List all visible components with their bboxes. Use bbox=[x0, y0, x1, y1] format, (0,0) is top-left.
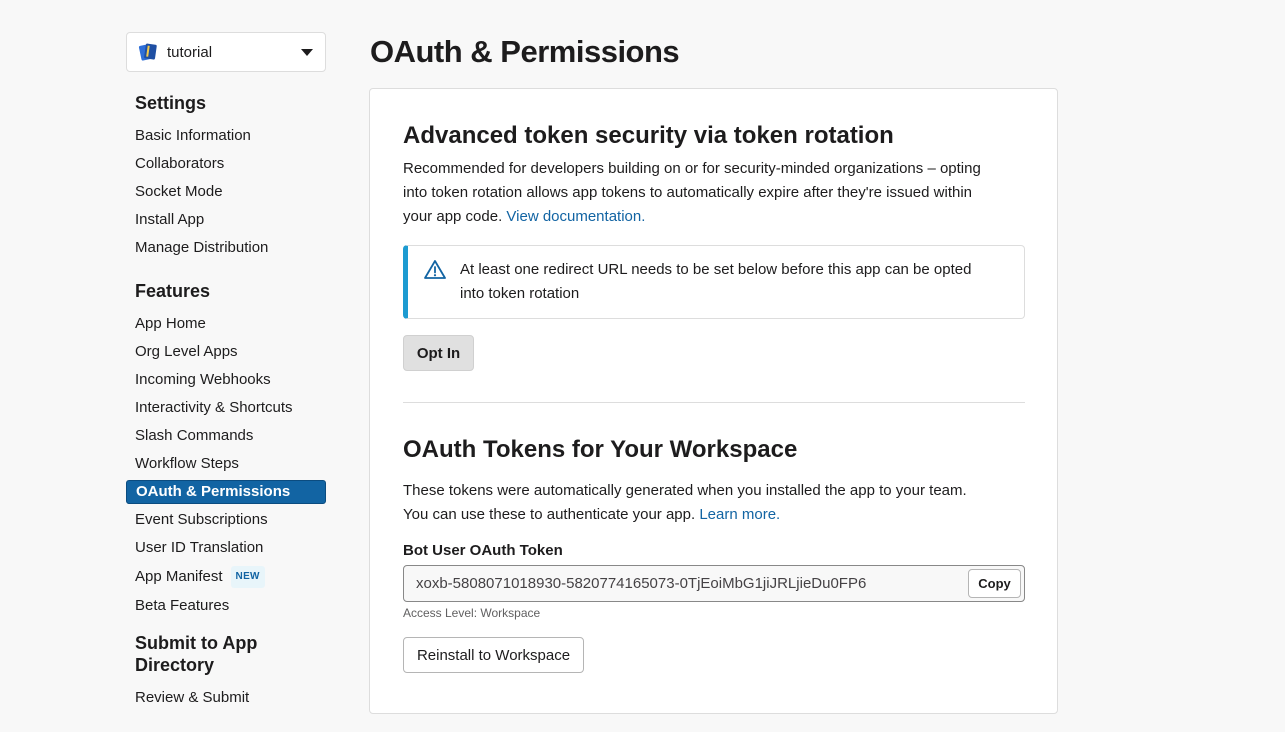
sidebar-item-app-manifest[interactable]: App Manifest NEW bbox=[126, 564, 326, 590]
oauth-card: Advanced token security via token rotati… bbox=[369, 88, 1058, 714]
submit-heading-line1: Submit to App bbox=[135, 633, 258, 653]
sidebar-item-app-home[interactable]: App Home bbox=[126, 312, 326, 336]
sidebar-item-event-subscriptions[interactable]: Event Subscriptions bbox=[126, 508, 326, 532]
bot-token-field[interactable]: xoxb-5808071018930-5820774165073-0TjEoiM… bbox=[403, 565, 1025, 602]
sidebar-item-slash-commands[interactable]: Slash Commands bbox=[126, 424, 326, 448]
copy-button[interactable]: Copy bbox=[968, 569, 1021, 598]
submit-heading: Submit to App Directory bbox=[135, 632, 326, 676]
page-title: OAuth & Permissions bbox=[370, 34, 680, 69]
app-selector[interactable]: tutorial bbox=[126, 32, 326, 72]
oauth-tokens-heading: OAuth Tokens for Your Workspace bbox=[403, 436, 798, 463]
chevron-down-icon bbox=[301, 48, 313, 56]
sidebar-item-interactivity-shortcuts[interactable]: Interactivity & Shortcuts bbox=[126, 396, 326, 420]
alert-line: into token rotation bbox=[460, 285, 580, 302]
description-line: your app code. View documentation. bbox=[403, 205, 1025, 229]
sidebar-item-incoming-webhooks[interactable]: Incoming Webhooks bbox=[126, 368, 326, 392]
learn-more-link[interactable]: Learn more. bbox=[699, 506, 780, 523]
description-line: You can use these to authenticate your a… bbox=[403, 503, 1025, 527]
sidebar-item-oauth-permissions[interactable]: OAuth & Permissions bbox=[126, 480, 326, 504]
bot-token-label: Bot User OAuth Token bbox=[403, 542, 563, 559]
sidebar-item-user-id-translation[interactable]: User ID Translation bbox=[126, 536, 326, 560]
reinstall-button[interactable]: Reinstall to Workspace bbox=[403, 637, 584, 673]
sidebar-item-basic-information[interactable]: Basic Information bbox=[126, 124, 326, 148]
settings-heading: Settings bbox=[135, 93, 207, 113]
access-level-text: Access Level: Workspace bbox=[403, 606, 541, 620]
section-divider bbox=[403, 402, 1025, 403]
token-rotation-heading: Advanced token security via token rotati… bbox=[403, 122, 894, 149]
token-rotation-section: Advanced token security via token rotati… bbox=[403, 121, 1025, 403]
app-name: tutorial bbox=[167, 43, 213, 61]
description-text: your app code. bbox=[403, 208, 507, 225]
sidebar-item-review-submit[interactable]: Review & Submit bbox=[126, 686, 326, 710]
sidebar-item-collaborators[interactable]: Collaborators bbox=[126, 152, 326, 176]
sidebar: tutorial Settings Basic Information Coll… bbox=[126, 32, 326, 714]
submit-heading-line2: Directory bbox=[135, 655, 215, 675]
app-book-icon bbox=[138, 43, 157, 61]
sidebar-item-label: App Manifest bbox=[135, 568, 223, 585]
description-text: You can use these to authenticate your a… bbox=[403, 506, 700, 523]
sidebar-item-manage-distribution[interactable]: Manage Distribution bbox=[126, 236, 326, 260]
warning-icon bbox=[424, 260, 446, 279]
sidebar-item-socket-mode[interactable]: Socket Mode bbox=[126, 180, 326, 204]
oauth-tokens-section: OAuth Tokens for Your Workspace These to… bbox=[403, 435, 1025, 673]
alert-message: At least one redirect URL needs to be se… bbox=[460, 258, 971, 306]
oauth-tokens-description: These tokens were automatically generate… bbox=[403, 479, 1025, 527]
bot-token-value: xoxb-5808071018930-5820774165073-0TjEoiM… bbox=[416, 575, 867, 592]
redirect-url-alert: At least one redirect URL needs to be se… bbox=[403, 245, 1025, 319]
description-line: into token rotation allows app tokens to… bbox=[403, 184, 973, 201]
opt-in-button[interactable]: Opt In bbox=[403, 335, 474, 371]
sidebar-item-beta-features[interactable]: Beta Features bbox=[126, 594, 326, 618]
alert-line: At least one redirect URL needs to be se… bbox=[460, 261, 972, 278]
sidebar-item-workflow-steps[interactable]: Workflow Steps bbox=[126, 452, 326, 476]
features-heading: Features bbox=[135, 281, 211, 301]
description-line: These tokens were automatically generate… bbox=[403, 482, 967, 499]
new-badge: NEW bbox=[230, 566, 265, 588]
sidebar-item-install-app[interactable]: Install App bbox=[126, 208, 326, 232]
sidebar-item-org-level-apps[interactable]: Org Level Apps bbox=[126, 340, 326, 364]
description-line: Recommended for developers building on o… bbox=[403, 160, 981, 177]
token-rotation-description: Recommended for developers building on o… bbox=[403, 157, 1025, 229]
view-documentation-link[interactable]: View documentation. bbox=[506, 208, 645, 225]
